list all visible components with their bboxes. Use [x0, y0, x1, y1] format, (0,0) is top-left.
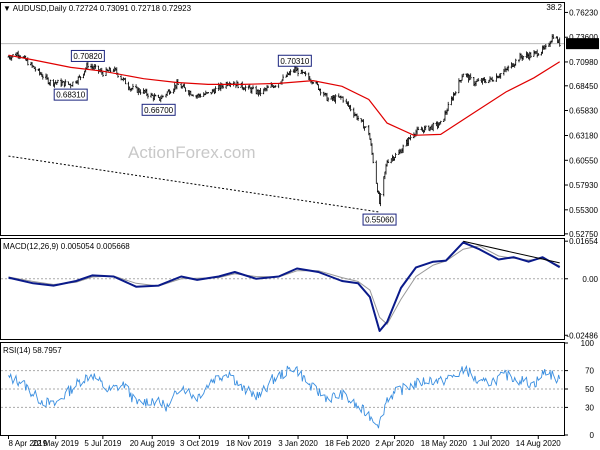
rsi-y-tick-label: 70 [585, 367, 594, 376]
x-tick-label: 3 Oct 2019 [180, 439, 220, 448]
x-tick-label: 18 May 2020 [421, 439, 468, 448]
x-tick-label: 20 Aug 2019 [130, 439, 175, 448]
macd-y-tick-label: 0.01654 [569, 237, 598, 246]
annotation-label: 0.55060 [365, 216, 394, 225]
annotation-label: 0.70310 [280, 57, 309, 66]
x-tick-label: 18 Feb 2020 [325, 439, 370, 448]
price-panel-title: ▼ AUDUSD,Daily 0.72724 0.73091 0.72718 0… [3, 4, 192, 13]
macd-y-tick-label: 0.00 [582, 275, 598, 284]
annotation-label: 0.70820 [73, 52, 102, 61]
price-y-tick-label: 0.65830 [569, 107, 598, 116]
price-y-tick-label: 0.76230 [569, 8, 598, 17]
watermark: ActionForex.com [128, 143, 256, 162]
last-price-badge-label: 0.72923 [568, 40, 597, 49]
x-tick-label: 5 Jul 2019 [84, 439, 121, 448]
price-y-tick-label: 0.60550 [569, 156, 598, 165]
rsi-y-tick-label: 0 [590, 431, 595, 440]
price-y-tick-label: 0.68450 [569, 82, 598, 91]
x-tick-label: 1 Jul 2020 [473, 439, 510, 448]
fib-level-label: 38.2 [546, 3, 562, 12]
rsi-y-tick-label: 100 [581, 339, 595, 348]
x-tick-label: 2 Apr 2020 [375, 439, 414, 448]
macd-panel-title: MACD(12,26,9) 0.005054 0.005668 [3, 242, 130, 251]
x-tick-label: 22 May 2019 [33, 439, 80, 448]
annotation-label: 0.66700 [144, 106, 173, 115]
collapse-triangle-icon[interactable]: ▼ [3, 4, 13, 13]
price-y-tick-label: 0.57930 [569, 181, 598, 190]
price-title-text: AUDUSD,Daily 0.72724 0.73091 0.72718 0.7… [13, 4, 192, 13]
price-y-tick-label: 0.63180 [569, 132, 598, 141]
price-y-tick-label: 0.55300 [569, 206, 598, 215]
x-tick-label: 18 Nov 2019 [226, 439, 272, 448]
rsi-y-tick-label: 30 [585, 403, 594, 412]
x-tick-label: 3 Jan 2020 [278, 439, 318, 448]
price-y-tick-label: 0.70980 [569, 58, 598, 67]
x-tick-label: 14 Aug 2020 [516, 439, 561, 448]
annotation-label: 0.68310 [56, 91, 85, 100]
rsi-y-tick-label: 50 [585, 385, 594, 394]
rsi-panel-title: RSI(14) 58.7957 [3, 346, 62, 355]
chart-background [0, 0, 600, 450]
chart-canvas: ActionForex.com ▼ AUDUSD,Daily 0.72724 0… [0, 0, 600, 450]
